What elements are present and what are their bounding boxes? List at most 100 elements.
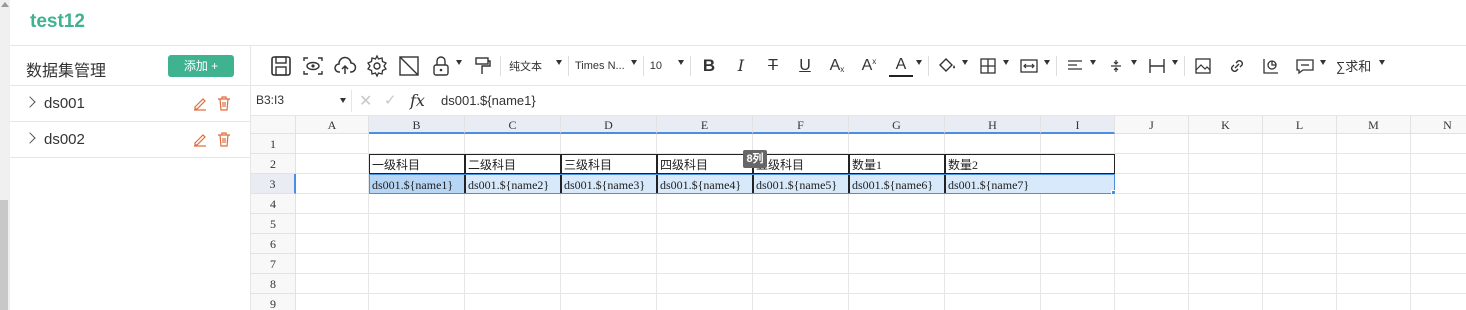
merge-cells-icon[interactable] [1017, 54, 1041, 78]
row-header[interactable]: 1 [251, 134, 296, 154]
subscript-icon[interactable]: Ax [825, 54, 849, 78]
row-header[interactable]: 5 [251, 214, 296, 234]
format-painter-icon[interactable] [470, 54, 494, 78]
column-header[interactable]: M [1337, 116, 1411, 134]
insert-image-icon[interactable] [1191, 54, 1215, 78]
chevron-right-icon[interactable] [24, 132, 36, 144]
formula-input[interactable]: ds001.${name1} [441, 93, 536, 108]
fill-color-caret-icon[interactable] [961, 60, 968, 65]
column-header[interactable]: B [369, 116, 465, 134]
scroll-thumb[interactable] [0, 200, 8, 310]
function-fx-icon[interactable]: fx [410, 91, 425, 110]
column-header[interactable]: J [1115, 116, 1189, 134]
fill-handle[interactable] [1111, 190, 1116, 195]
column-header[interactable]: I [1041, 116, 1115, 134]
row-header[interactable]: 9 [251, 294, 296, 310]
row-header[interactable]: 7 [251, 254, 296, 274]
dataset-item[interactable]: ds002 [10, 122, 250, 158]
lock-icon[interactable] [429, 54, 453, 78]
grid-corner[interactable] [251, 116, 296, 134]
grid-line [296, 253, 1466, 254]
underline-icon[interactable]: U [793, 54, 817, 78]
table-header-cell[interactable]: 四级科目 [657, 154, 753, 174]
column-header[interactable]: D [561, 116, 657, 134]
row-header[interactable]: 4 [251, 194, 296, 214]
table-header-cell[interactable]: 数量2 [945, 154, 1115, 174]
column-header[interactable]: H [945, 116, 1041, 134]
app-header: test12 [10, 0, 1466, 46]
superscript-icon[interactable]: Ax [857, 54, 881, 78]
dataset-item-label: ds002 [44, 131, 85, 148]
font-color-caret-icon[interactable] [915, 60, 922, 65]
row-header[interactable]: 6 [251, 234, 296, 254]
borders-caret-icon[interactable] [1002, 60, 1009, 65]
font-family-caret-icon[interactable] [630, 60, 637, 65]
font-size-caret-icon[interactable] [677, 60, 684, 65]
chart-icon[interactable] [1259, 54, 1283, 78]
upload-cloud-icon[interactable] [333, 54, 357, 78]
align-left-icon[interactable] [1063, 54, 1087, 78]
confirm-edit-icon[interactable]: ✓ [384, 91, 397, 109]
chevron-right-icon[interactable] [24, 96, 36, 108]
sum-function-button[interactable]: ∑求和 [1336, 56, 1371, 75]
table-header-cell[interactable]: 一级科目 [369, 154, 465, 174]
column-header[interactable]: A [296, 116, 369, 134]
lock-dropdown-caret-icon[interactable] [456, 60, 462, 65]
toolbar-divider [568, 55, 569, 76]
merge-cells-caret-icon[interactable] [1043, 60, 1050, 65]
row-header[interactable]: 2 [251, 154, 296, 174]
toolbar-divider [500, 55, 501, 76]
bold-icon[interactable]: B [697, 54, 721, 78]
delete-icon[interactable] [216, 95, 232, 111]
sum-function-caret-icon[interactable] [1379, 60, 1386, 65]
column-header[interactable]: C [465, 116, 561, 134]
row-header[interactable]: 8 [251, 274, 296, 294]
strikethrough-icon[interactable]: T [761, 54, 785, 78]
spreadsheet-grid[interactable]: A B C D E F G H I J K L M N 1 2 3 4 5 6 7 8 9 一级科目 二级科目 三级科目 四级科目五… [251, 116, 1466, 310]
horizontal-align-caret-icon[interactable] [1089, 60, 1096, 65]
column-header[interactable]: F [753, 116, 849, 134]
column-header[interactable]: L [1263, 116, 1337, 134]
font-size-select[interactable]: 10 [650, 60, 662, 72]
cell-reference-box[interactable]: B3:I3 [256, 93, 284, 107]
vertical-align-caret-icon[interactable] [1130, 60, 1137, 65]
table-header-cell[interactable]: 二级科目 [465, 154, 561, 174]
scroll-up-icon[interactable] [1, 2, 9, 7]
grid-line [296, 213, 1466, 214]
font-family-select[interactable]: Times N... [575, 60, 625, 72]
vertical-align-icon[interactable] [1104, 54, 1128, 78]
italic-icon[interactable]: I [729, 54, 753, 78]
table-header-cell[interactable]: 五级科目 [753, 154, 849, 174]
table-header-cell[interactable]: 三级科目 [561, 154, 657, 174]
delete-icon[interactable] [216, 131, 232, 147]
dataset-item[interactable]: ds001 [10, 86, 250, 122]
borders-icon[interactable] [976, 54, 1000, 78]
outer-scrollbar[interactable] [0, 0, 10, 310]
column-header[interactable]: E [657, 116, 753, 134]
text-format-caret-icon[interactable] [556, 60, 562, 65]
edit-icon[interactable] [192, 95, 208, 111]
cell-reference-caret-icon[interactable] [340, 98, 346, 103]
column-header[interactable]: G [849, 116, 945, 134]
column-header[interactable]: K [1189, 116, 1263, 134]
add-dataset-button[interactable]: 添加 + [168, 55, 234, 77]
clear-format-icon[interactable] [397, 54, 421, 78]
text-wrap-icon[interactable] [1145, 54, 1169, 78]
save-icon[interactable] [269, 54, 293, 78]
row-header[interactable]: 3 [251, 174, 296, 194]
edit-icon[interactable] [192, 131, 208, 147]
font-color-icon[interactable]: A [888, 55, 913, 77]
table-header-cell[interactable]: 数量1 [849, 154, 945, 174]
text-wrap-caret-icon[interactable] [1171, 60, 1178, 65]
comment-icon[interactable] [1293, 54, 1317, 78]
fill-color-icon[interactable] [935, 54, 959, 78]
comment-caret-icon[interactable] [1319, 60, 1326, 65]
grid-line [1336, 134, 1337, 310]
text-format-select[interactable]: 纯文本 [509, 58, 542, 74]
cancel-edit-icon[interactable]: ✕ [359, 91, 372, 111]
link-icon[interactable] [1225, 54, 1249, 78]
formula-divider [351, 90, 352, 112]
settings-gear-icon[interactable] [365, 54, 389, 78]
column-header[interactable]: N [1411, 116, 1466, 134]
preview-icon[interactable] [301, 54, 325, 78]
